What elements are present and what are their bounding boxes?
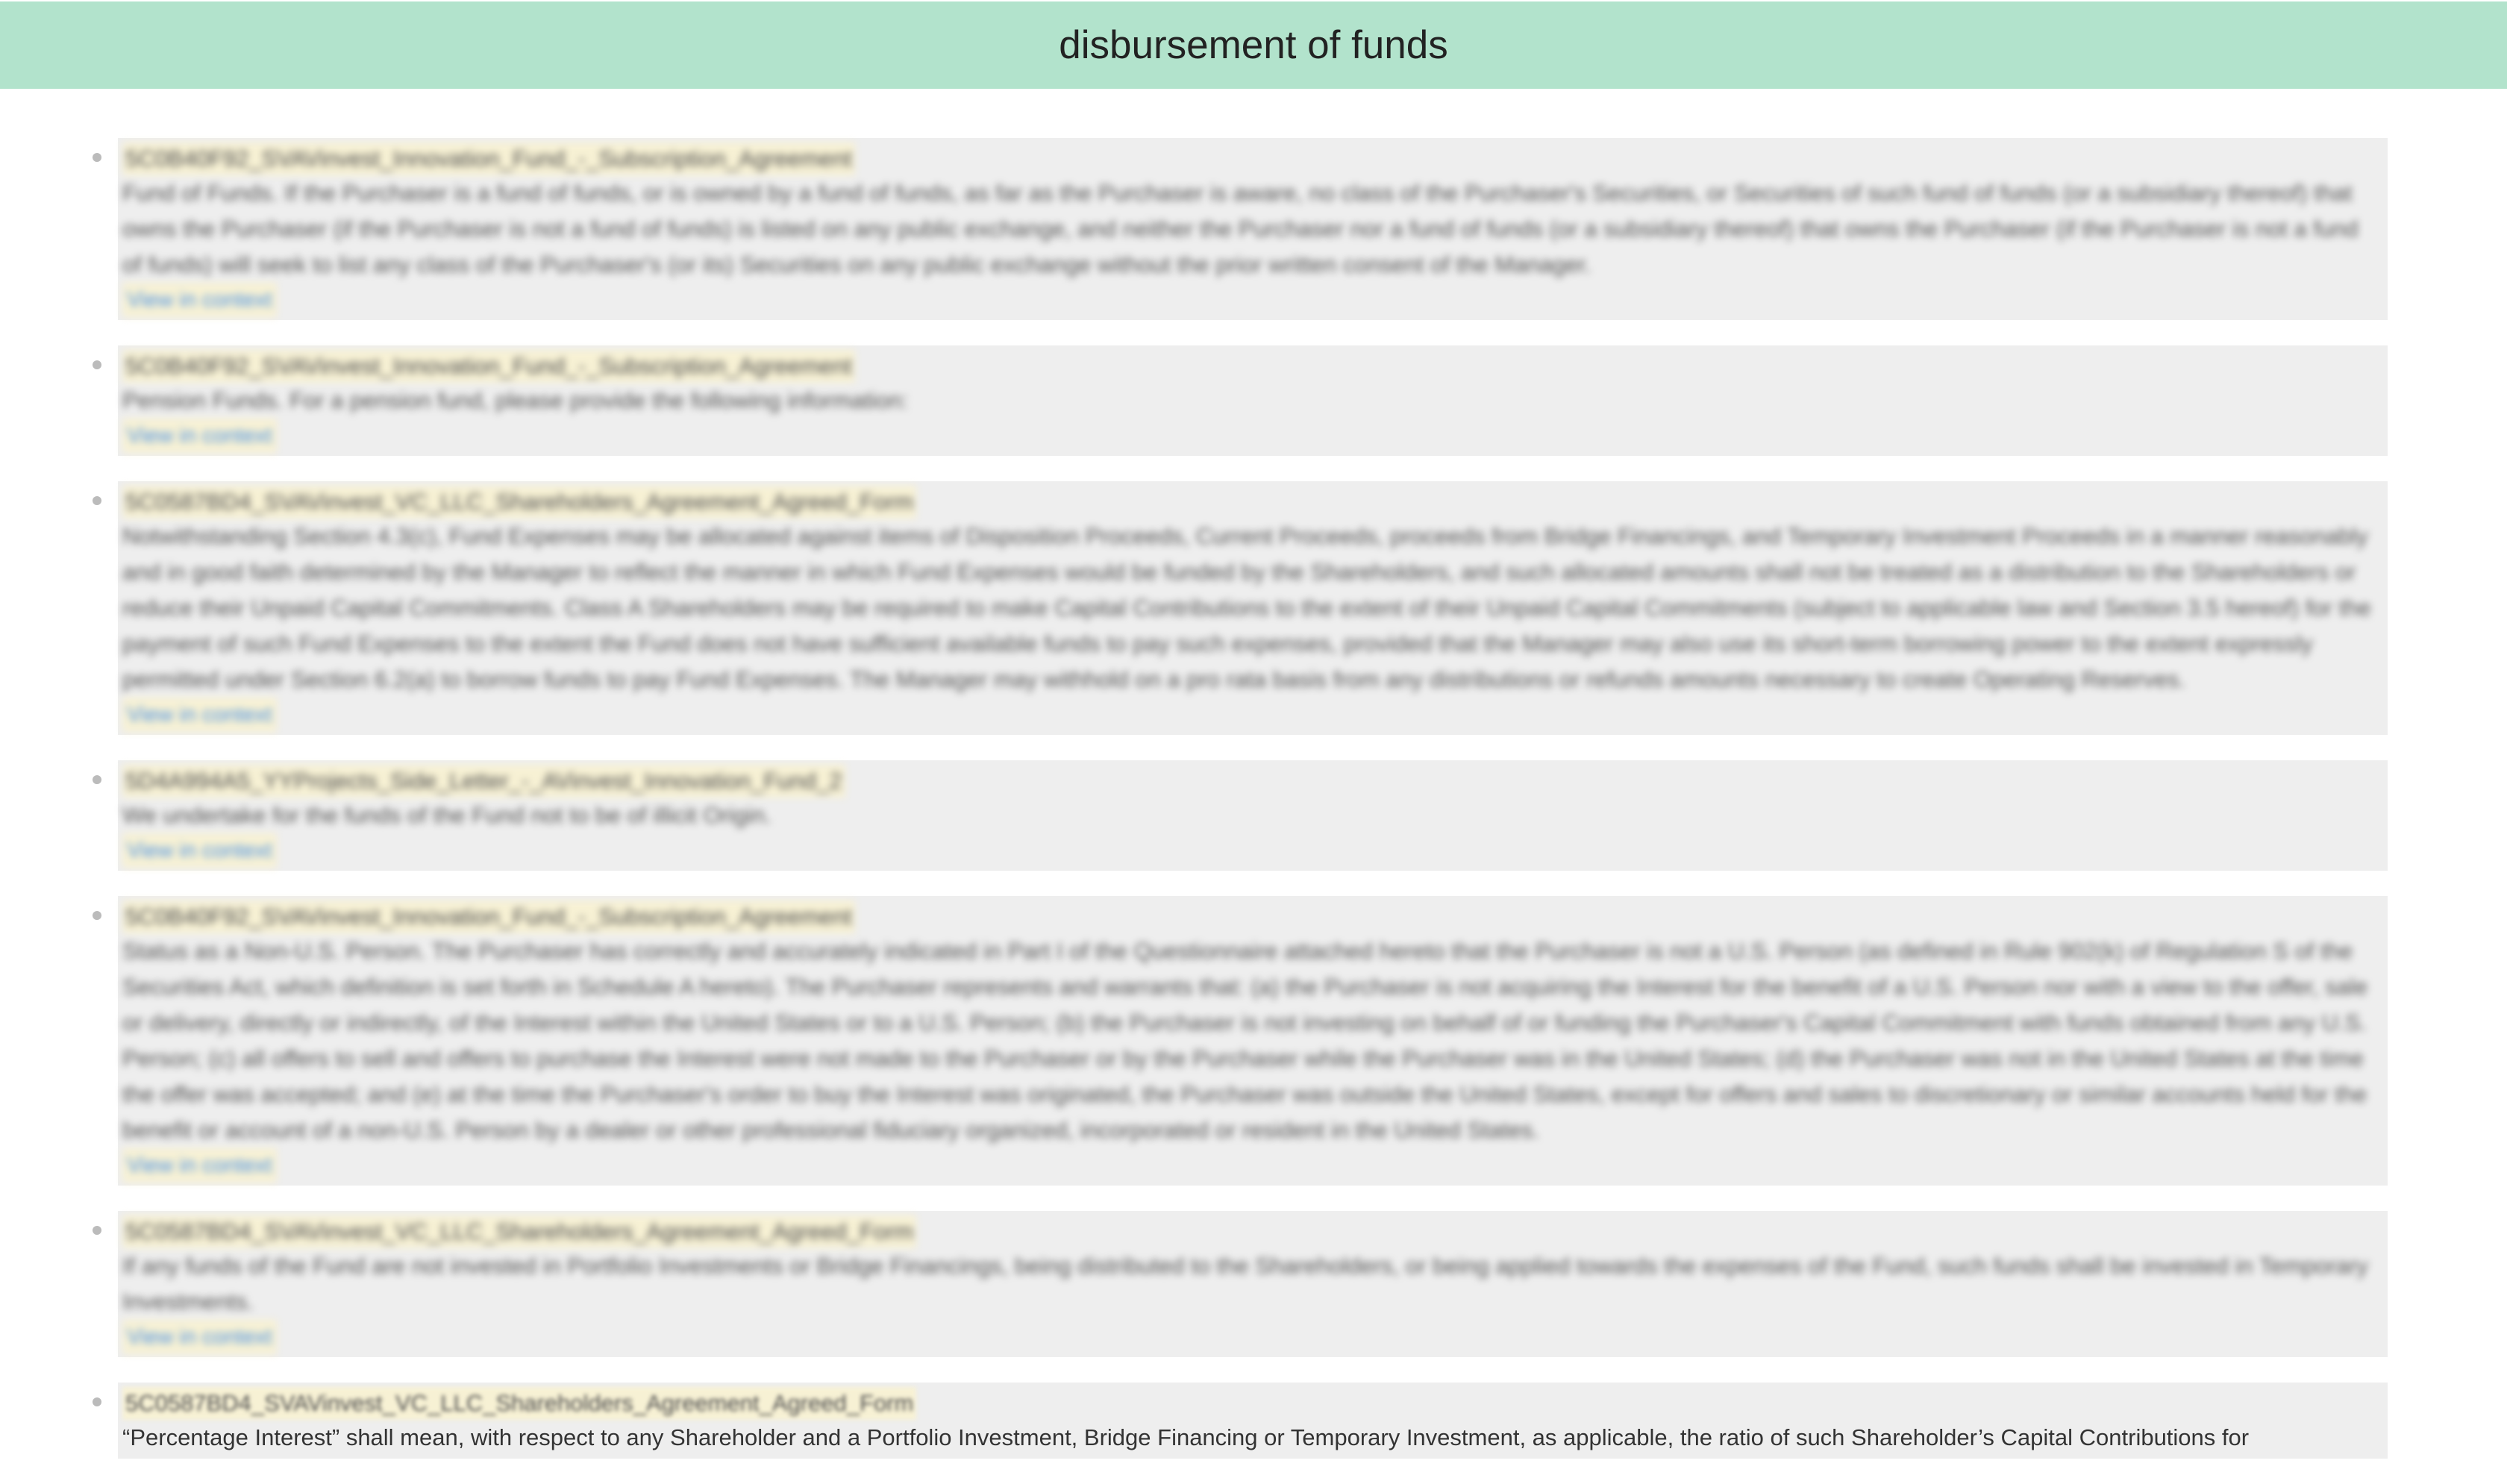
result-document-title[interactable]: 5C0587BD4_SVAVinvest_VC_LLC_Shareholders… <box>122 1215 917 1248</box>
view-in-context-link[interactable]: View in context <box>122 419 277 453</box>
search-result-item: 5D4A994A5_YYProjects_Side_Letter_-_AVinv… <box>93 760 2388 871</box>
result-snippet: If any funds of the Fund are not investe… <box>122 1253 2368 1315</box>
list-bullet-icon <box>93 1226 101 1235</box>
search-results-list: 5C0B40F92_SVAVinvest_Innovation_Fund_-_S… <box>0 138 2507 1484</box>
result-document-title[interactable]: 5C0B40F92_SVAVinvest_Innovation_Fund_-_S… <box>122 901 855 933</box>
search-result-item: 5C0587BD4_SVAVinvest_VC_LLC_Shareholders… <box>93 1383 2388 1459</box>
view-in-context-link[interactable]: View in context <box>122 1148 277 1183</box>
result-snippet: We undertake for the funds of the Fund n… <box>122 802 771 828</box>
list-bullet-icon <box>93 360 101 369</box>
search-result-item: 5C0B40F92_SVAVinvest_Innovation_Fund_-_S… <box>93 345 2388 456</box>
result-snippet: “Percentage Interest” shall mean, with r… <box>122 1424 2250 1450</box>
result-snippet: Notwithstanding Section 4.3(c), Fund Exp… <box>122 523 2371 692</box>
search-header: disbursement of funds <box>0 1 2507 89</box>
search-result-item: 5C0587BD4_SVAVinvest_VC_LLC_Shareholders… <box>93 481 2388 735</box>
view-in-context-link[interactable]: View in context <box>122 698 277 732</box>
list-bullet-icon <box>93 775 101 784</box>
list-bullet-icon <box>93 911 101 920</box>
result-document-title[interactable]: 5C0B40F92_SVAVinvest_Innovation_Fund_-_S… <box>122 350 855 383</box>
list-bullet-icon <box>93 1397 101 1406</box>
search-result-item: 5C0587BD4_SVAVinvest_VC_LLC_Shareholders… <box>93 1211 2388 1357</box>
result-snippet: Fund of Funds. If the Purchaser is a fun… <box>122 180 2359 278</box>
list-bullet-icon <box>93 153 101 162</box>
search-result-item: 5C0B40F92_SVAVinvest_Innovation_Fund_-_S… <box>93 896 2388 1186</box>
search-result-item: 5C0B40F92_SVAVinvest_Innovation_Fund_-_S… <box>93 138 2388 320</box>
result-snippet: Pension Funds. For a pension fund, pleas… <box>122 387 908 413</box>
view-in-context-link[interactable]: View in context <box>122 283 277 317</box>
result-document-title[interactable]: 5D4A994A5_YYProjects_Side_Letter_-_AVinv… <box>122 765 845 798</box>
view-in-context-link[interactable]: View in context <box>122 1320 277 1354</box>
result-document-title[interactable]: 5C0587BD4_SVAVinvest_VC_LLC_Shareholders… <box>122 486 917 519</box>
result-snippet: Status as a Non-U.S. Person. The Purchas… <box>122 938 2368 1143</box>
view-in-context-link[interactable]: View in context <box>122 833 277 868</box>
page-title: disbursement of funds <box>1059 23 1448 67</box>
list-bullet-icon <box>93 496 101 505</box>
result-document-title[interactable]: 5C0587BD4_SVAVinvest_VC_LLC_Shareholders… <box>122 1387 917 1420</box>
result-document-title[interactable]: 5C0B40F92_SVAVinvest_Innovation_Fund_-_S… <box>122 143 855 175</box>
